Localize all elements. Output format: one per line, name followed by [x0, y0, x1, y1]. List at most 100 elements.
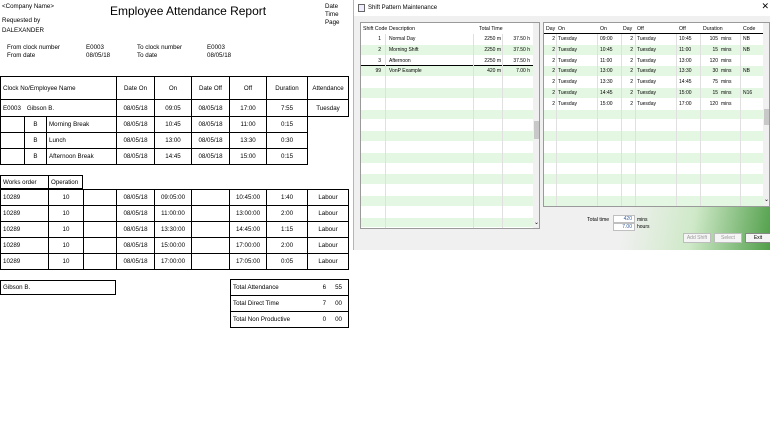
company-name: <Company Name>: [2, 3, 54, 10]
shift-row[interactable]: [361, 98, 534, 110]
break-date-on: 08/05/18: [116, 132, 155, 149]
break-name: Afternoon Break: [46, 148, 117, 165]
shift-pattern-dialog: Shift Pattern Maintenance ✕ Shift Code D…: [353, 0, 770, 250]
total-mins-field[interactable]: 420: [613, 215, 635, 223]
total-value: 7 00: [314, 295, 349, 312]
pattern-off-day-cell: Tuesday: [637, 68, 656, 75]
break-duration: 0:15: [266, 116, 308, 133]
shift-row[interactable]: [361, 163, 534, 175]
pattern-duration-cell: 120: [709, 57, 718, 64]
pattern-row[interactable]: [544, 174, 763, 186]
col-header-total-time: Total Time: [479, 26, 503, 32]
pattern-row[interactable]: [544, 163, 763, 175]
col-header-day: Day: [546, 26, 556, 32]
pattern-duration-cell: 15: [712, 46, 718, 53]
pattern-row[interactable]: 2 Tuesday 15:00 2 Tuesday 17:00 120 mins: [544, 98, 763, 110]
break-off: 13:30: [229, 132, 267, 149]
pattern-row[interactable]: 2 Tuesday 14:45 2 Tuesday 15:00 15 mins N16: [544, 88, 763, 99]
column-divider: [700, 34, 701, 206]
shift-row[interactable]: [361, 77, 534, 88]
shift-hours-cell: 37.50 h: [513, 57, 530, 64]
pattern-on-time-cell: 13:30: [600, 79, 613, 86]
shift-row[interactable]: [361, 217, 534, 228]
pattern-row[interactable]: [544, 196, 763, 206]
shift-row[interactable]: [361, 196, 534, 207]
break-on: 14:45: [154, 148, 192, 165]
window-icon: [358, 4, 365, 12]
scroll-down-icon[interactable]: ⌄: [534, 219, 539, 226]
from-clock-value: E0003: [86, 44, 104, 51]
pattern-code-cell: NB: [743, 68, 750, 75]
pattern-row[interactable]: 2 Tuesday 09:00 2 Tuesday 10:45 105 mins NB: [544, 33, 764, 46]
pattern-row[interactable]: [544, 109, 763, 121]
pattern-day-cell: 2: [552, 46, 555, 53]
col-header-off-day-num: Day: [623, 26, 633, 32]
shift-row[interactable]: 1 Normal Day 2250 m 37.50 h: [361, 34, 534, 45]
pattern-row[interactable]: 2 Tuesday 13:30 2 Tuesday 14:45 75 mins: [544, 77, 763, 88]
dialog-titlebar[interactable]: Shift Pattern Maintenance ✕: [354, 0, 770, 16]
select-button[interactable]: Select: [714, 233, 742, 243]
shift-row[interactable]: [361, 142, 534, 153]
add-shift-button[interactable]: Add Shift: [683, 233, 711, 243]
pattern-row[interactable]: [544, 142, 763, 153]
total-label: Total Attendance: [230, 279, 315, 296]
shift-row[interactable]: 3 Afternoon 2250 m 37.50 h: [361, 55, 534, 67]
pattern-duration-cell: 105: [709, 36, 718, 42]
break-name: Lunch: [46, 132, 117, 149]
shift-row[interactable]: [361, 109, 534, 121]
pattern-row[interactable]: 2 Tuesday 10:45 2 Tuesday 11:00 15 mins NB: [544, 44, 763, 56]
scrollbar-thumb[interactable]: [764, 109, 769, 125]
pattern-list-scrollbar[interactable]: ⌄: [763, 23, 769, 206]
shift-pattern-grid[interactable]: Day On On Day Off Off Duration Code 2 Tue…: [543, 22, 770, 207]
column-divider: [740, 34, 741, 206]
pattern-row[interactable]: 2 Tuesday 11:00 2 Tuesday 13:00 120 mins: [544, 55, 763, 67]
pattern-row[interactable]: [544, 152, 763, 164]
pattern-row[interactable]: [544, 131, 763, 142]
scroll-down-icon[interactable]: ⌄: [764, 196, 769, 203]
exit-button[interactable]: Exit: [745, 233, 770, 243]
summary-employee-name: Gibson B.: [0, 280, 116, 295]
shift-code-grid[interactable]: Shift Code Description Total Time 1 Norma…: [360, 22, 540, 229]
col-header-on-time: On: [600, 26, 607, 32]
pattern-duration-cell: 15: [712, 90, 718, 96]
pattern-off-time-cell: 15:00: [679, 90, 692, 96]
shift-list-scrollbar[interactable]: ⌄: [533, 23, 539, 228]
works-blank: [191, 189, 230, 206]
shift-row[interactable]: [361, 131, 534, 142]
shift-row[interactable]: [361, 174, 534, 186]
shift-row[interactable]: [361, 152, 534, 164]
shift-row[interactable]: [361, 185, 534, 196]
works-date-on: 08/05/18: [116, 221, 155, 238]
pattern-row[interactable]: [544, 185, 763, 196]
scrollbar-thumb[interactable]: [534, 121, 539, 139]
pattern-off-day-num-cell: 2: [630, 36, 633, 42]
pattern-row[interactable]: [544, 120, 763, 132]
pattern-off-day-num-cell: 2: [630, 46, 633, 53]
shift-row[interactable]: 2 Morning Shift 2250 m 37.50 h: [361, 44, 534, 56]
works-operation: 10: [48, 205, 84, 222]
col-header-date-on: Date On: [116, 76, 155, 100]
break-name: Morning Break: [46, 116, 117, 133]
shift-mins-cell: 2250 m: [484, 57, 501, 64]
works-date-on: 08/05/18: [116, 253, 155, 270]
shift-row[interactable]: 99 VonP Example 420 m 7.00 h: [361, 65, 535, 79]
shift-row[interactable]: [361, 88, 534, 99]
total-hours-field[interactable]: 7.00: [613, 223, 635, 231]
col-header-off-day: Off: [637, 26, 644, 32]
works-type: Labour: [307, 221, 349, 238]
works-order: 10289: [0, 205, 49, 222]
pattern-list: 2 Tuesday 09:00 2 Tuesday 10:45 105 mins NB 2 Tues…: [544, 33, 764, 206]
shift-row[interactable]: [361, 120, 534, 132]
pattern-off-day-cell: Tuesday: [637, 36, 656, 42]
pattern-off-day-cell: Tuesday: [637, 57, 656, 64]
shift-code-cell: 3: [378, 57, 381, 64]
column-divider: [621, 34, 622, 206]
close-icon[interactable]: ✕: [761, 2, 769, 11]
pattern-on-time-cell: 13:00: [600, 68, 613, 75]
works-off: 17:05:00: [229, 253, 267, 270]
pattern-row[interactable]: 2 Tuesday 13:00 2 Tuesday 13:30 30 mins NB: [544, 66, 763, 78]
report-title: Employee Attendance Report: [110, 4, 267, 18]
shift-hours-cell: 37.50 h: [513, 46, 530, 53]
shift-row[interactable]: [361, 206, 534, 218]
works-operation: 10: [48, 237, 84, 254]
